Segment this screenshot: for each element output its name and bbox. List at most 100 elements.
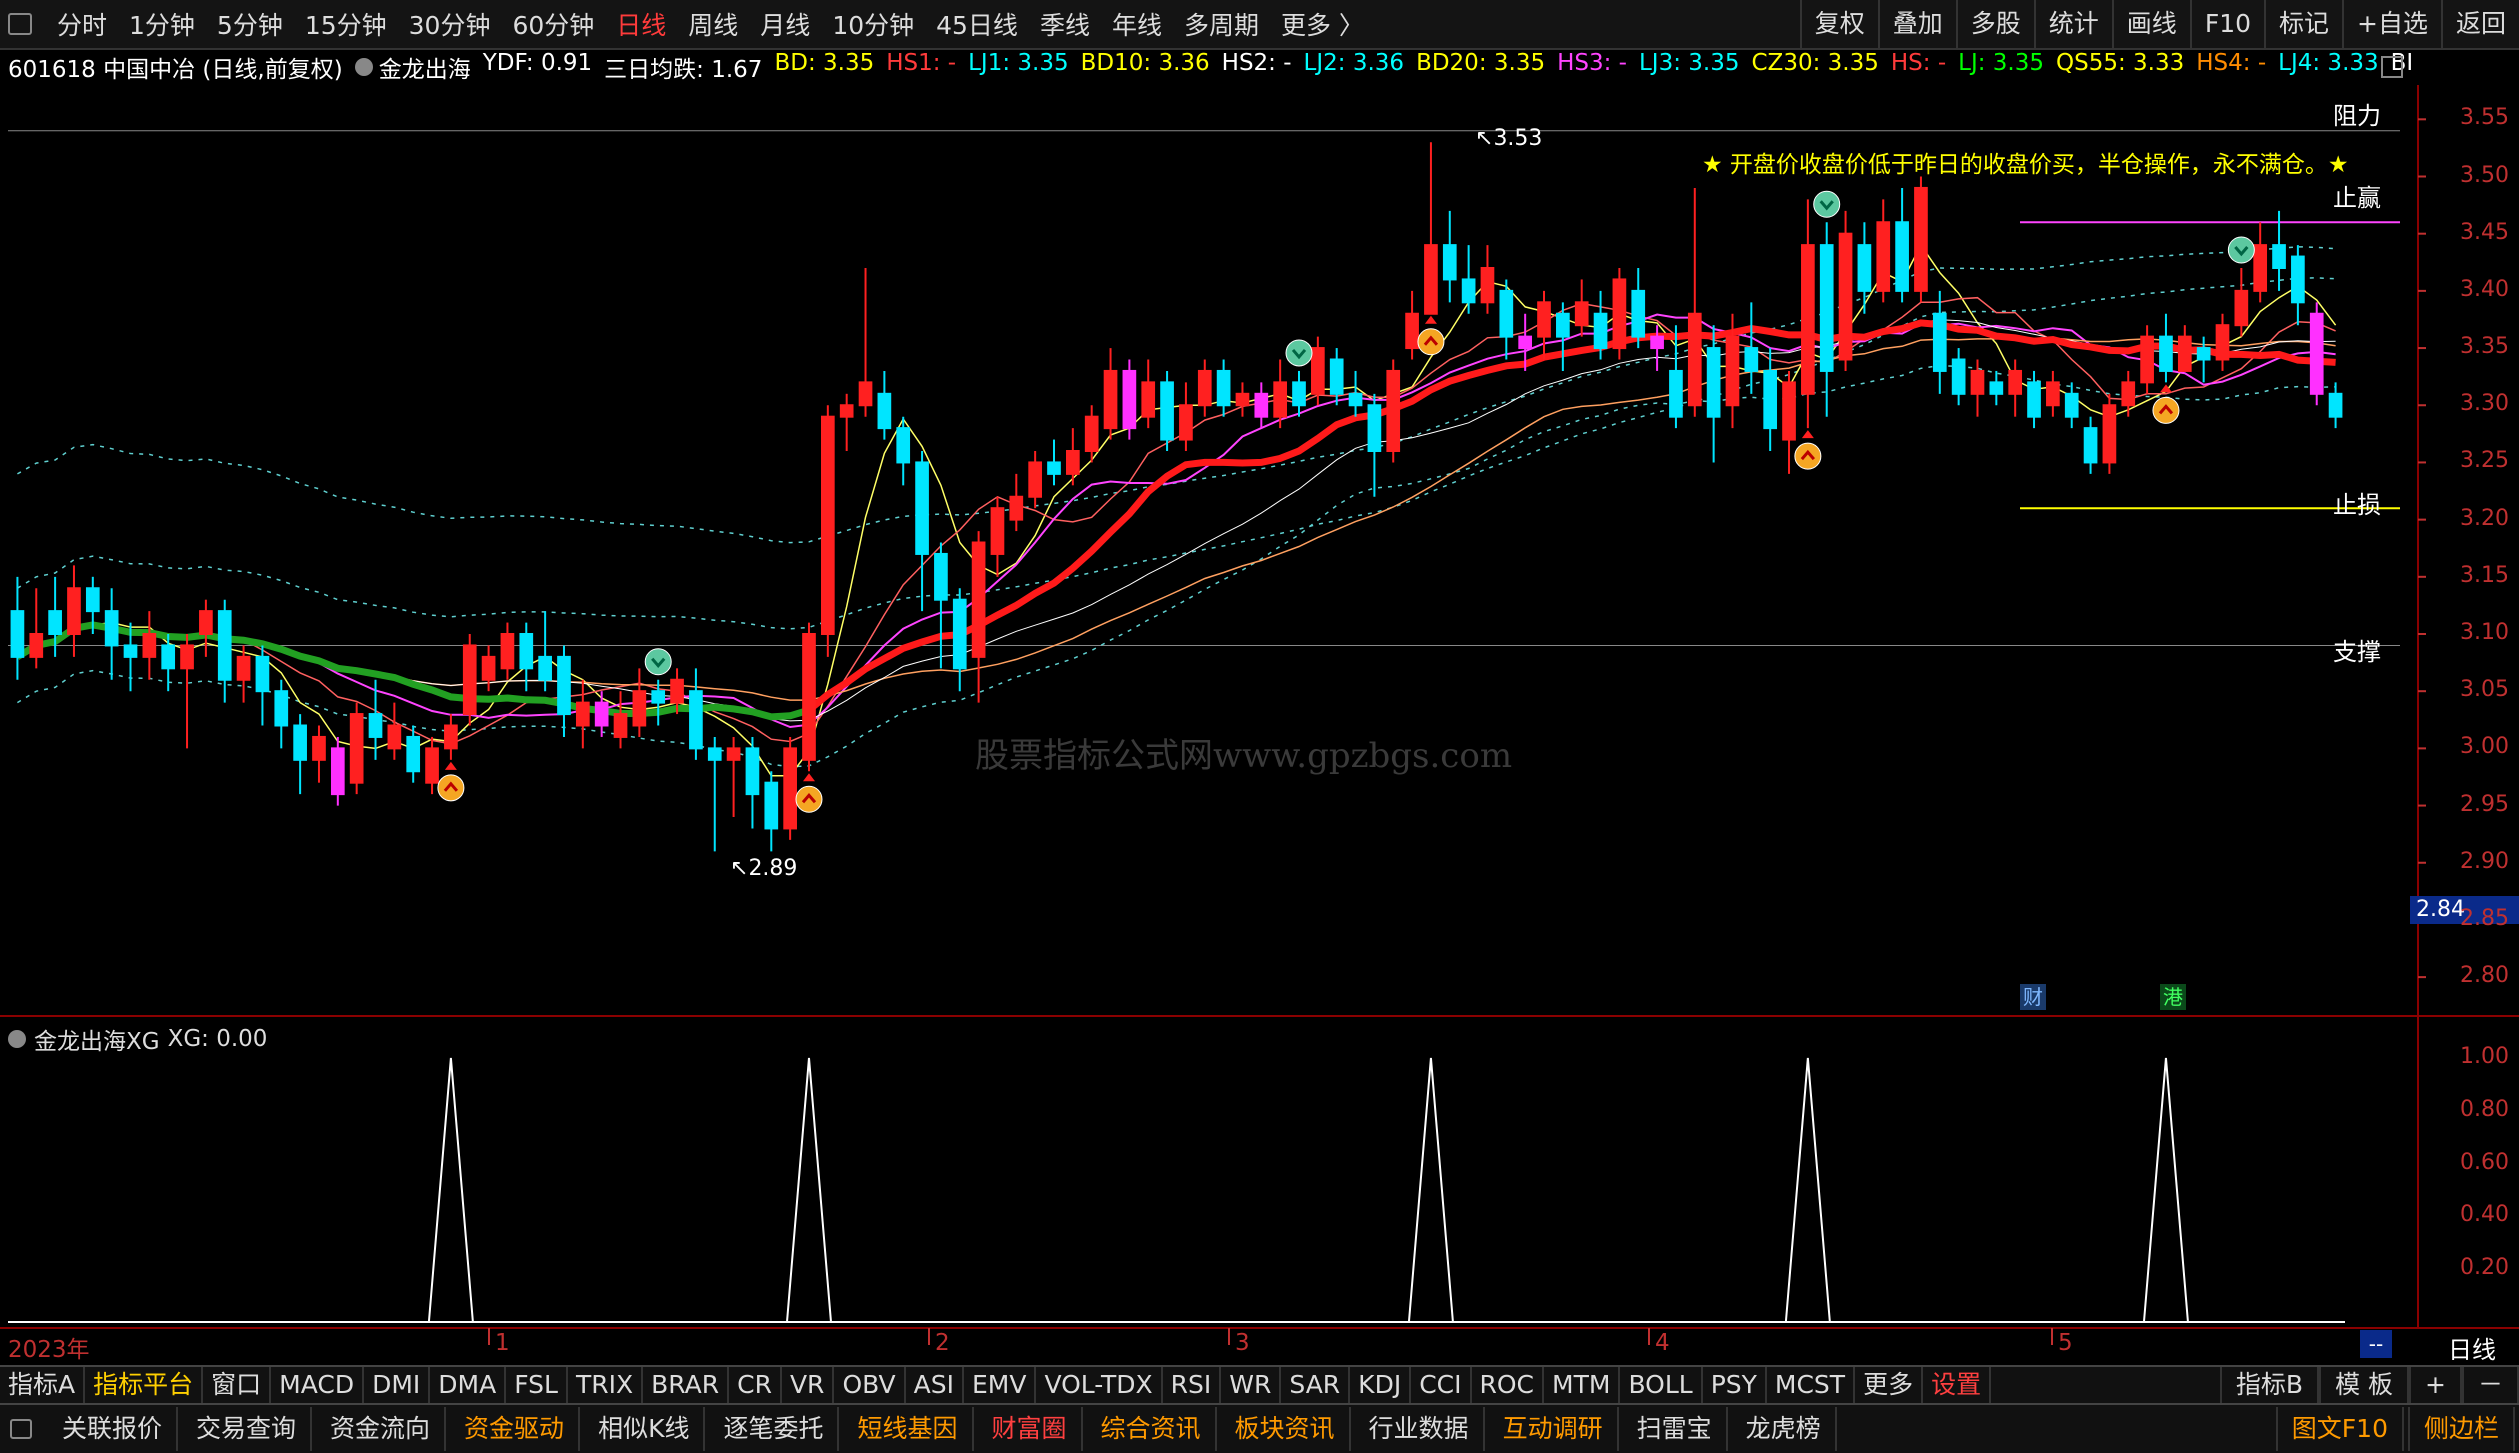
candle-body (2309, 312, 2324, 395)
function-tab[interactable]: 相似K线 (584, 1407, 706, 1451)
indicator-tab[interactable]: PSY (1703, 1367, 1767, 1403)
indicator-tab[interactable]: DMA (430, 1367, 507, 1403)
y-tick-label: 2.85 (2460, 905, 2509, 931)
function-right-button[interactable]: 图文F10 (2275, 1407, 2404, 1451)
buy-signal-icon (1417, 328, 1445, 356)
function-tab[interactable]: 行业数据 (1355, 1407, 1485, 1451)
hk-badge[interactable]: 港 (2160, 984, 2186, 1010)
indicator-tab[interactable]: DMI (364, 1367, 431, 1403)
indicator-tab[interactable]: 窗口 (203, 1367, 272, 1403)
finance-badge[interactable]: 财 (2020, 984, 2046, 1010)
function-tab[interactable]: 短线基因 (843, 1407, 974, 1451)
indicator-tab[interactable]: TRIX (568, 1367, 644, 1403)
candle-body (1970, 369, 1985, 395)
function-tab[interactable]: 板块资讯 (1221, 1407, 1351, 1451)
candle-body (1103, 369, 1118, 430)
indicator-tab[interactable]: KDJ (1350, 1367, 1412, 1403)
indicator-tab[interactable]: MTM (1544, 1367, 1621, 1403)
candle-body (312, 735, 326, 761)
indicator-tab[interactable]: WR (1221, 1367, 1282, 1403)
indicator-tab[interactable]: CR (729, 1367, 782, 1403)
function-tab[interactable]: 综合资讯 (1087, 1407, 1217, 1451)
candle-body (764, 781, 779, 830)
toggle-panel-icon[interactable] (10, 1419, 32, 1439)
indicator-tab[interactable]: ROC (1472, 1367, 1545, 1403)
function-tab[interactable]: 龙虎榜 (1732, 1407, 1837, 1451)
y-tick-label: 3.20 (2460, 505, 2509, 531)
candle-body (1311, 347, 1325, 395)
function-tab[interactable]: 互动调研 (1489, 1407, 1619, 1451)
function-tab[interactable]: 关联报价 (48, 1407, 179, 1451)
indicator-tab[interactable]: ASI (906, 1367, 964, 1403)
sub-indicator-value: XG: 0.00 (167, 1026, 268, 1052)
main-chart-svg (0, 85, 2519, 1345)
sell-signal-icon (644, 648, 672, 676)
candle-body (1556, 312, 1570, 338)
buy-signal-icon (1794, 442, 1822, 470)
y-tick-label: 3.05 (2460, 677, 2509, 703)
indicator-tab[interactable]: 指标A (0, 1367, 86, 1403)
candle-body (519, 633, 534, 670)
indicator-tab[interactable]: VR (782, 1367, 835, 1403)
indicator-tab[interactable]: 更多 (1855, 1367, 1924, 1403)
low-price-label: ↖2.89 (730, 856, 798, 881)
function-tab[interactable]: 交易查询 (182, 1407, 313, 1451)
sub-indicator-title[interactable]: 金龙出海XG (34, 1022, 160, 1056)
indicator-right-button[interactable]: － (2461, 1367, 2519, 1403)
indicator-right-button[interactable]: 指标B (2219, 1367, 2320, 1403)
indicator-tab[interactable]: 设置 (1923, 1367, 1992, 1403)
candle-body (10, 610, 25, 658)
indicator-tab[interactable]: 指标平台 (85, 1367, 204, 1403)
indicator-tab[interactable]: SAR (1281, 1367, 1351, 1403)
candle-body (1216, 369, 1231, 407)
candle-body (1951, 358, 1966, 395)
function-tab[interactable]: 扫雷宝 (1623, 1407, 1728, 1451)
function-tab[interactable]: 资金驱动 (450, 1407, 581, 1451)
x-tick-label: 1 (495, 1330, 510, 1356)
x-tick-label: 5 (2058, 1330, 2073, 1356)
candle-body (971, 541, 986, 658)
indicator-right-button[interactable]: + (2409, 1367, 2462, 1403)
candle-body (877, 392, 892, 430)
candle-body (180, 644, 194, 670)
candle-body (349, 713, 364, 784)
indicator-tab[interactable]: CCI (1411, 1367, 1472, 1403)
candle-body (557, 655, 571, 716)
candle-body (915, 461, 929, 555)
indicator-tab[interactable]: RSI (1163, 1367, 1222, 1403)
candle-body (444, 724, 458, 750)
candle-body (1706, 347, 1721, 418)
candle-body (1160, 381, 1174, 441)
panel-toggle-icon[interactable] (2381, 56, 2403, 78)
candle-body (1687, 312, 1702, 407)
candle-body (2215, 324, 2230, 361)
indicator-tab[interactable]: MACD (271, 1367, 365, 1403)
sub-dropdown-icon[interactable] (8, 1030, 26, 1048)
candle-body (1141, 381, 1156, 418)
function-tab[interactable]: 逐笔委托 (709, 1407, 840, 1451)
function-right-button[interactable]: 侧边栏 (2407, 1407, 2515, 1451)
indicator-tab[interactable]: EMV (964, 1367, 1037, 1403)
ma10-line (17, 296, 2336, 745)
indicator-tab[interactable]: BOLL (1620, 1367, 1703, 1403)
xg-signal-spike (1407, 1057, 1454, 1323)
indicator-tab[interactable]: OBV (834, 1367, 906, 1403)
candle-body (538, 655, 552, 681)
candle-body (2083, 427, 2098, 464)
buy-signal-icon (2152, 396, 2180, 424)
candle-body (1593, 312, 1608, 350)
candle-body (1631, 289, 1646, 338)
xg-signal-spike (427, 1057, 474, 1323)
candle-body (2064, 392, 2079, 418)
sell-signal-icon (1285, 339, 1313, 367)
indicator-right-button[interactable]: 模 板 (2319, 1367, 2410, 1403)
sub-y-tick-label: 0.20 (2460, 1255, 2509, 1281)
indicator-tab[interactable]: VOL-TDX (1036, 1367, 1163, 1403)
indicator-tab[interactable]: MCST (1767, 1367, 1856, 1403)
indicator-tab[interactable]: FSL (506, 1367, 568, 1403)
indicator-tab[interactable]: BRAR (643, 1367, 730, 1403)
y-tick-label: 3.35 (2460, 334, 2509, 360)
function-tab[interactable]: 财富圈 (978, 1407, 1083, 1451)
high-price-label: ↖3.53 (1475, 126, 1543, 151)
function-tab[interactable]: 资金流向 (316, 1407, 447, 1451)
